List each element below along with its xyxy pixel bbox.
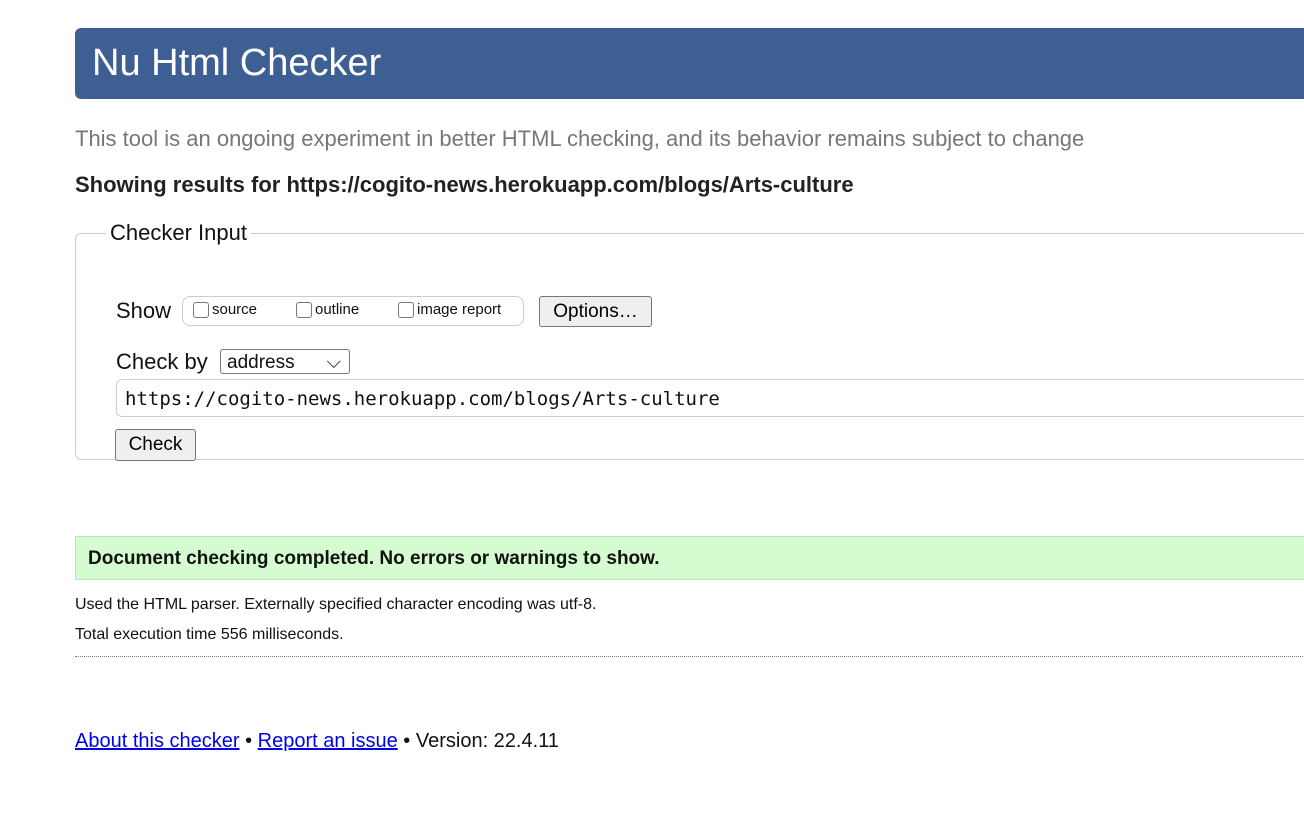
header: Nu Html Checker — [75, 28, 1304, 99]
fieldset-legend: Checker Input — [110, 220, 247, 245]
showing-results: Showing results for https://cogito-news.… — [75, 172, 854, 197]
intro-text: This tool is an ongoing experiment in be… — [75, 126, 1085, 151]
chevron-down-icon: ⌵ — [326, 352, 341, 373]
checkbox-label: outline — [315, 301, 360, 318]
execution-time: Total execution time 556 milliseconds. — [75, 626, 344, 643]
divider — [75, 656, 1304, 657]
checkbox-label: image report — [417, 301, 502, 318]
options-button[interactable]: Options… — [539, 296, 652, 327]
show-label: Show — [116, 298, 172, 323]
outline-checkbox[interactable]: outline — [296, 301, 359, 318]
separator: • — [397, 730, 416, 752]
select-value: address — [227, 352, 295, 373]
check-by-select[interactable]: address ⌵ — [220, 349, 350, 374]
version: Version: 22.4.11 — [415, 730, 559, 752]
url-input[interactable]: https://cogito-news.herokuapp.com/blogs/… — [116, 379, 1304, 417]
separator: • — [239, 730, 258, 752]
parser-info: Used the HTML parser. Externally specifi… — [75, 596, 597, 613]
checker-input-fieldset: Checker Input Show source outline image … — [75, 220, 1304, 461]
source-checkbox[interactable]: source — [193, 301, 257, 318]
check-button[interactable]: Check — [115, 429, 196, 461]
success-message: Document checking completed. No errors o… — [75, 536, 1304, 580]
footer: About this checker • Report an issue • V… — [75, 730, 559, 753]
report-issue-link[interactable]: Report an issue — [258, 730, 398, 752]
about-link[interactable]: About this checker — [75, 730, 240, 752]
image-report-checkbox[interactable]: image report — [398, 301, 501, 318]
page-title: Nu Html Checker — [92, 42, 382, 84]
check-by-label: Check by — [116, 349, 208, 374]
show-options-group: source outline image report — [182, 296, 524, 326]
checkbox-label: source — [212, 301, 258, 318]
